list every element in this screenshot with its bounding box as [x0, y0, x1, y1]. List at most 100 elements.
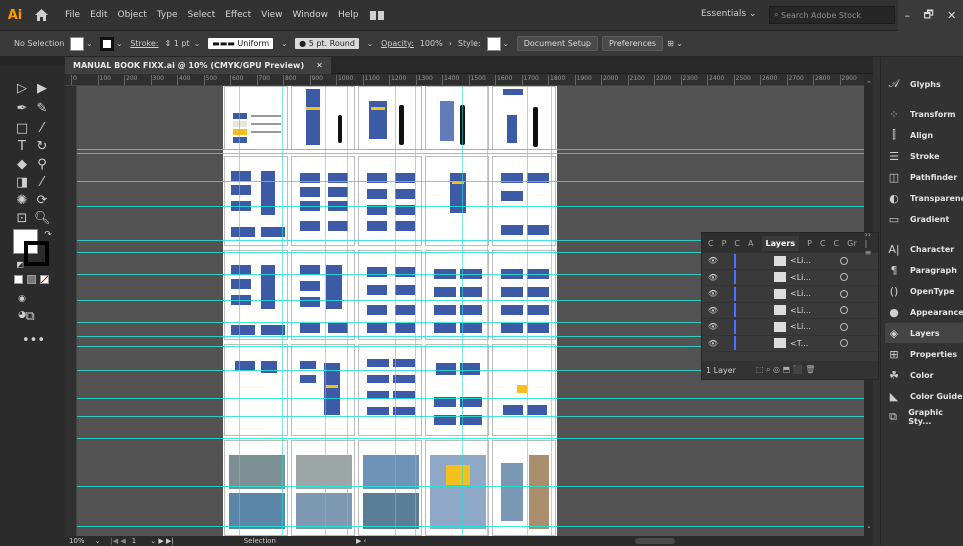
vertical-ruler[interactable] [65, 86, 77, 536]
home-icon[interactable] [30, 9, 52, 21]
next-artboard-icon[interactable]: ⌄ ▶ ▶| [150, 537, 173, 545]
tab-paragraph[interactable]: P [807, 239, 812, 248]
guide-line[interactable] [77, 486, 864, 487]
guide-line[interactable] [325, 86, 326, 536]
panel-transparency[interactable]: ◐ Transparency [885, 188, 963, 208]
close-tab-icon[interactable]: ✕ [316, 61, 323, 70]
horizontal-scroll-thumb[interactable] [635, 538, 675, 544]
zoom-level[interactable]: 10% [69, 537, 85, 545]
menu-window[interactable]: Window [288, 10, 334, 20]
page-thumbnail[interactable] [224, 86, 288, 150]
menu-type[interactable]: Type [152, 10, 183, 20]
document-tab[interactable]: MANUAL BOOK FIXX.ai @ 10% (CMYK/GPU Prev… [65, 57, 331, 74]
horizontal-ruler[interactable]: 0 100 200 300 400 500 600 700 800 900 1000 1100 1200… [65, 74, 873, 86]
panel-pathfinder[interactable]: ◫ Pathfinder [885, 167, 958, 187]
brush-select[interactable]: ● 5 pt. Round [295, 38, 359, 49]
guide-line[interactable] [462, 86, 463, 536]
visibility-icon[interactable]: 👁︎ [702, 322, 724, 331]
guide-line[interactable] [487, 86, 488, 536]
stroke-weight-field[interactable]: ⇕ 1 pt ⌄ [164, 39, 202, 48]
layer-name[interactable]: <Li... [790, 289, 840, 298]
guide-line[interactable] [527, 86, 528, 536]
maximize-button[interactable]: 🗗 [923, 6, 933, 25]
page-thumbnail[interactable] [425, 250, 489, 340]
page-thumbnail[interactable] [224, 156, 288, 246]
tab-layers[interactable]: Layers [761, 235, 800, 251]
panel-graphic-styles[interactable]: ⧉ Graphic Sty... [885, 407, 963, 427]
page-thumbnail[interactable] [224, 440, 288, 536]
visibility-icon[interactable]: 👁︎ [702, 339, 724, 348]
pencil-tool-icon[interactable]: ⁄ [34, 121, 50, 137]
tab-character[interactable]: C [820, 239, 826, 248]
page-thumbnail[interactable] [492, 440, 556, 536]
rotate-tool-icon[interactable]: ↻ [34, 139, 50, 155]
first-artboard-icon[interactable]: |◀ ◀ [110, 537, 125, 545]
panel-gradient[interactable]: ▭ Gradient [885, 209, 950, 229]
menu-help[interactable]: Help [333, 10, 364, 20]
opacity-label[interactable]: Opacity: [381, 39, 414, 48]
minimize-button[interactable]: – [905, 9, 911, 22]
tab-cc-libraries[interactable]: C [734, 239, 740, 248]
workspace-switcher[interactable]: Essentials ⌄ [701, 9, 756, 19]
page-thumbnail[interactable] [224, 344, 288, 436]
arrange-icon[interactable]: ⊞ ⌄ [667, 39, 683, 48]
panel-appearance[interactable]: ● Appearance [885, 302, 963, 322]
eraser-tool-icon[interactable]: ◆ [14, 157, 30, 173]
panel-properties[interactable]: ⊞ Properties [885, 344, 957, 364]
page-thumbnail[interactable] [358, 156, 422, 246]
page-thumbnail[interactable] [492, 86, 556, 150]
fill-swatch[interactable]: ⌄ [70, 36, 94, 51]
panel-align[interactable]: ⫿ Align [885, 125, 933, 145]
visibility-icon[interactable]: 👁︎ [702, 289, 724, 298]
guide-line[interactable] [347, 86, 348, 536]
curvature-tool-icon[interactable]: ✎ [34, 101, 50, 117]
layer-row[interactable]: 👁︎ <Li... [702, 253, 878, 270]
menu-file[interactable]: File [60, 10, 85, 20]
target-icon[interactable] [840, 273, 848, 282]
tab-properties[interactable]: P [722, 239, 727, 248]
selection-tool-icon[interactable]: ▷ [14, 81, 30, 97]
guide-line[interactable] [77, 206, 864, 207]
menu-edit[interactable]: Edit [85, 10, 112, 20]
guide-line[interactable] [239, 86, 240, 536]
opacity-field[interactable]: 100% [420, 39, 443, 48]
guide-line[interactable] [77, 438, 864, 439]
layer-name[interactable]: <Li... [790, 322, 840, 331]
pen-tool-icon[interactable]: ✒ [14, 101, 30, 117]
page-thumbnail[interactable] [492, 344, 556, 436]
width-tool-icon[interactable]: ⚲ [34, 157, 50, 173]
color-mode-icon[interactable] [14, 275, 23, 284]
page-thumbnail[interactable] [291, 440, 355, 536]
stroke-profile-select[interactable]: ▬▬▬ Uniform [208, 38, 274, 49]
visibility-icon[interactable]: 👁︎ [702, 306, 724, 315]
stroke-label[interactable]: Stroke: [130, 39, 158, 48]
page-thumbnail[interactable] [425, 86, 489, 150]
chevron-right-icon[interactable]: ▶ ‹ [356, 537, 366, 545]
guide-line[interactable] [77, 416, 864, 417]
free-transform-tool-icon[interactable]: ◨ [14, 175, 30, 191]
page-thumbnail[interactable] [358, 86, 422, 150]
menu-view[interactable]: View [256, 10, 287, 20]
document-setup-button[interactable]: Document Setup [516, 36, 598, 51]
target-icon[interactable] [840, 339, 848, 348]
draw-mode-icon[interactable]: ◉ ◕ [14, 291, 30, 320]
guide-line[interactable] [282, 86, 283, 536]
panel-color[interactable]: ☘ Color [885, 365, 934, 385]
layer-row[interactable]: 👁︎ <Li... [702, 286, 878, 303]
layer-row[interactable]: 👁︎ <T... [702, 336, 878, 352]
menu-select[interactable]: Select [182, 10, 220, 20]
arrange-documents-icon[interactable] [364, 10, 390, 20]
layer-row[interactable]: 👁︎ <Li... [702, 319, 878, 336]
page-thumbnail[interactable] [224, 250, 288, 340]
page-thumbnail[interactable] [492, 156, 556, 246]
panel-stroke[interactable]: ☰ Stroke [885, 146, 940, 166]
page-thumbnail[interactable] [291, 86, 355, 150]
preferences-button[interactable]: Preferences [602, 36, 664, 51]
artboard-number[interactable]: 1 [132, 537, 136, 545]
guide-line[interactable] [77, 526, 864, 527]
page-thumbnail[interactable] [425, 344, 489, 436]
swap-colors-icon[interactable]: ↷ [40, 227, 56, 243]
direct-selection-tool-icon[interactable]: ▶ [34, 81, 50, 97]
page-thumbnail[interactable] [358, 440, 422, 536]
panel-character[interactable]: A| Character [885, 239, 954, 259]
